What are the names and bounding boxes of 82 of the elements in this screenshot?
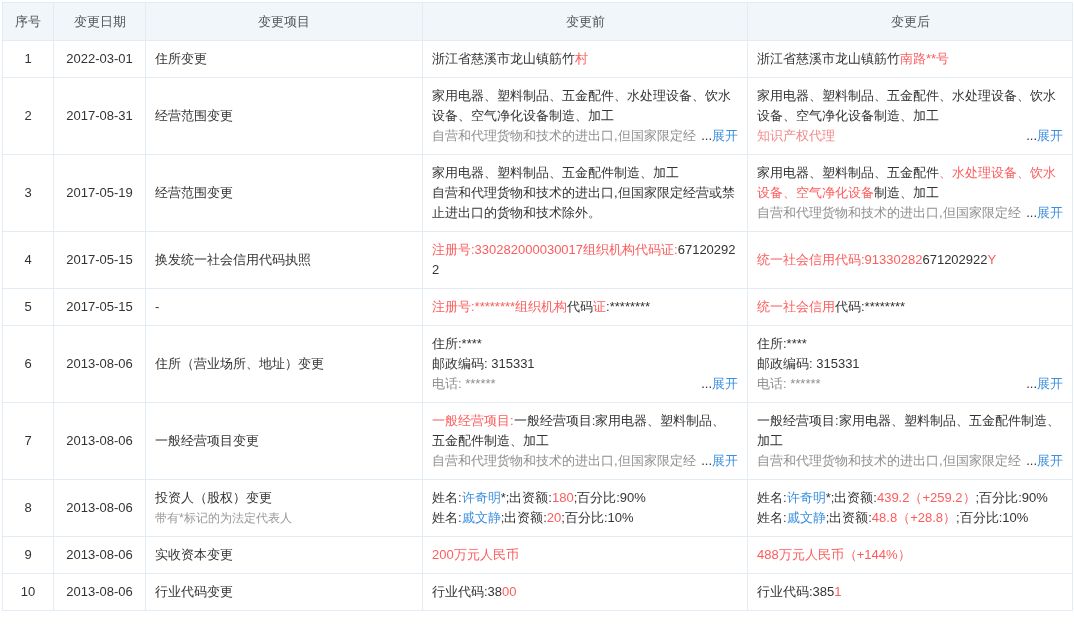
column-header: 变更日期 bbox=[53, 2, 146, 41]
cell-text: 住所:**** bbox=[432, 335, 483, 353]
cell-text: 姓名:戚文静;出资额:20;百分比:10% bbox=[432, 509, 635, 527]
cell-text: 换发统一社会信用代码执照 bbox=[155, 251, 312, 269]
expand-link[interactable]: 展开 bbox=[1037, 451, 1063, 471]
cell-text: 一般经营项目:一般经营项目:家用电器、塑料制品、五金配件制造、加工 bbox=[432, 412, 727, 450]
cell-text: 自营和代理货物和技术的进出口,但国家限定经营或禁止进出口的货物和技术除外。 bbox=[432, 184, 736, 222]
table-cell: 2017-05-15 bbox=[53, 288, 146, 326]
cell-text: 经营范围变更 bbox=[155, 184, 234, 202]
expand-link[interactable]: 展开 bbox=[1037, 203, 1063, 223]
table-cell: 2017-05-19 bbox=[53, 154, 146, 232]
table-cell: 9 bbox=[2, 536, 54, 574]
table-cell: 6 bbox=[2, 325, 54, 403]
cell-text: 浙江省慈溪市龙山镇筋竹村 bbox=[432, 50, 589, 68]
table-cell: 3 bbox=[2, 154, 54, 232]
cell-text: 住所:**** bbox=[757, 335, 808, 353]
table-cell: 8 bbox=[2, 479, 54, 537]
table-cell: 2022-03-01 bbox=[53, 40, 146, 78]
ellipsis-text: ... bbox=[701, 452, 712, 470]
cell-text: 注册号:********组织机构代码证:******** bbox=[432, 298, 652, 316]
ellipsis-text: ... bbox=[701, 127, 712, 145]
table-cell: 7 bbox=[2, 402, 54, 480]
table-cell: 4 bbox=[2, 231, 54, 289]
table-cell: 2013-08-06 bbox=[53, 402, 146, 480]
cell-text: 行业代码:3800 bbox=[432, 583, 518, 601]
table-cell: 2013-08-06 bbox=[53, 325, 146, 403]
column-header: 变更前 bbox=[422, 2, 748, 41]
faded-text: 自营和代理货物和技术的进出口,但国家限定经 bbox=[432, 452, 696, 470]
column-header: 变更后 bbox=[747, 2, 1073, 41]
table-cell: 2 bbox=[2, 77, 54, 155]
cell-text: 家用电器、塑料制品、五金配件、水处理设备、饮水设备、空气净化设备制造、加工 bbox=[757, 164, 1057, 202]
table-cell: 1 bbox=[2, 40, 54, 78]
table-cell: 5 bbox=[2, 288, 54, 326]
ellipsis-text: ... bbox=[1026, 375, 1037, 393]
ellipsis-text: ... bbox=[1026, 452, 1037, 470]
cell-text: 投资人（股权）变更 bbox=[155, 489, 273, 507]
cell-text: 行业代码变更 bbox=[155, 583, 234, 601]
faded-text: 自营和代理货物和技术的进出口,但国家限定经 bbox=[757, 204, 1021, 222]
cell-text: 邮政编码: 315331 bbox=[432, 355, 536, 373]
cell-text: 统一社会信用代码:******** bbox=[757, 298, 907, 316]
cell-text: 一般经营项目:家用电器、塑料制品、五金配件制造、加工 bbox=[757, 412, 1061, 450]
cell-text: 姓名:许奇明*;出资额:439.2（+259.2）;百分比:90% bbox=[757, 489, 1049, 507]
cell-text: 一般经营项目变更 bbox=[155, 432, 260, 450]
table-cell: 2013-08-06 bbox=[53, 573, 146, 611]
faded-text: 自营和代理货物和技术的进出口,但国家限定经 bbox=[432, 127, 696, 145]
faded-text: 电话: ****** bbox=[432, 375, 496, 393]
cell-text: 200万元人民币 bbox=[432, 546, 520, 564]
column-header: 变更项目 bbox=[145, 2, 423, 41]
cell-text: 邮政编码: 315331 bbox=[757, 355, 861, 373]
table-cell: 2013-08-06 bbox=[53, 479, 146, 537]
table-cell: 2013-08-06 bbox=[53, 536, 146, 574]
cell-text: 注册号:330282000030017组织机构代码证:671202922 bbox=[432, 241, 737, 279]
expand-link[interactable]: 展开 bbox=[712, 374, 738, 394]
cell-text: - bbox=[155, 298, 161, 316]
cell-text: 住所（营业场所、地址）变更 bbox=[155, 355, 325, 373]
cell-text: 行业代码:3851 bbox=[757, 583, 843, 601]
ellipsis-text: ... bbox=[1026, 204, 1037, 222]
cell-text: 488万元人民币（+144%） bbox=[757, 546, 912, 564]
table-cell: 2017-08-31 bbox=[53, 77, 146, 155]
ellipsis-text: ... bbox=[701, 375, 712, 393]
ellipsis-text: ... bbox=[1026, 127, 1037, 145]
cell-text: 姓名:许奇明*;出资额:180;百分比:90% bbox=[432, 489, 647, 507]
expand-link[interactable]: 展开 bbox=[712, 126, 738, 146]
faded-text: 电话: ****** bbox=[757, 375, 821, 393]
table-cell: 10 bbox=[2, 573, 54, 611]
cell-text: 实收资本变更 bbox=[155, 546, 234, 564]
expand-link[interactable]: 展开 bbox=[1037, 374, 1063, 394]
faded-text: 知识产权代理 bbox=[757, 127, 835, 145]
cell-text: 统一社会信用代码:91330282671202922Y bbox=[757, 251, 998, 269]
cell-text: 家用电器、塑料制品、五金配件制造、加工 bbox=[432, 164, 680, 182]
cell-text: 住所变更 bbox=[155, 50, 208, 68]
cell-text: 浙江省慈溪市龙山镇筋竹南路**号 bbox=[757, 50, 951, 68]
expand-link[interactable]: 展开 bbox=[712, 451, 738, 471]
cell-text: 家用电器、塑料制品、五金配件、水处理设备、饮水设备、空气净化设备制造、加工 bbox=[432, 87, 732, 125]
expand-link[interactable]: 展开 bbox=[1037, 126, 1063, 146]
cell-text: 家用电器、塑料制品、五金配件、水处理设备、饮水设备、空气净化设备制造、加工 bbox=[757, 87, 1057, 125]
column-header: 序号 bbox=[2, 2, 54, 41]
faded-text: 自营和代理货物和技术的进出口,但国家限定经 bbox=[757, 452, 1021, 470]
cell-text: 经营范围变更 bbox=[155, 107, 234, 125]
note-text: 带有*标记的为法定代表人 bbox=[155, 510, 293, 527]
cell-text: 姓名:戚文静;出资额:48.8（+28.8）;百分比:10% bbox=[757, 509, 1030, 527]
table-cell: 2017-05-15 bbox=[53, 231, 146, 289]
